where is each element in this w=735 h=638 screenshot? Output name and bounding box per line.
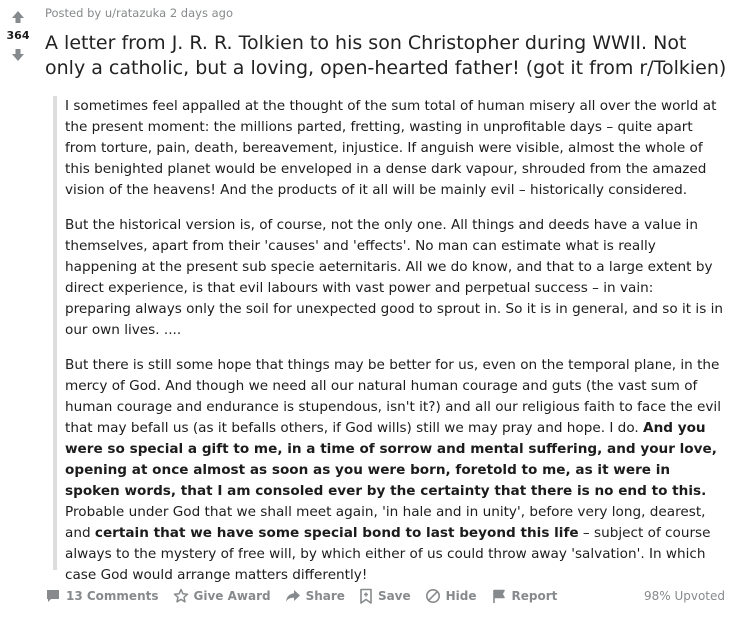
comments-label: 13 Comments [66, 589, 159, 603]
bookmark-icon [360, 588, 372, 604]
post-paragraph: But there is still some hope that things… [65, 355, 723, 586]
downvote-arrow-icon[interactable] [8, 46, 28, 64]
post-paragraph: But the historical version is, of course… [65, 217, 723, 338]
share-button[interactable]: Share [285, 588, 345, 604]
post-action-bar: 13 Comments Give Award Share Save Hide R… [45, 588, 725, 604]
comment-icon [47, 590, 59, 602]
flag-icon [492, 589, 505, 603]
post-blockquote: I sometimes feel appalled at the thought… [53, 96, 723, 583]
paragraph-text: But there is still some hope that things… [65, 357, 721, 436]
report-button[interactable]: Report [491, 588, 558, 604]
hide-label: Hide [445, 589, 477, 603]
vote-count: 364 [6, 29, 30, 42]
save-button[interactable]: Save [359, 588, 411, 604]
upvote-ratio: 98% Upvoted [643, 589, 725, 603]
bold-text: certain that we have some special bond t… [94, 525, 579, 541]
hide-button[interactable]: Hide [425, 588, 477, 604]
share-icon [285, 590, 300, 602]
upvote-arrow-icon[interactable] [8, 8, 28, 26]
report-label: Report [511, 589, 558, 603]
award-icon [173, 588, 188, 603]
hide-icon [425, 589, 440, 603]
post-meta: Posted by u/ratazuka 2 days ago [45, 6, 233, 20]
post-paragraph: I sometimes feel appalled at the thought… [65, 98, 717, 198]
give-award-button[interactable]: Give Award [173, 588, 271, 604]
comments-button[interactable]: 13 Comments [45, 588, 159, 604]
vote-column: 364 [4, 8, 32, 64]
post-title[interactable]: A letter from J. R. R. Tolkien to his so… [45, 31, 730, 81]
share-label: Share [305, 589, 345, 603]
give-award-label: Give Award [193, 589, 271, 603]
save-label: Save [377, 589, 411, 603]
